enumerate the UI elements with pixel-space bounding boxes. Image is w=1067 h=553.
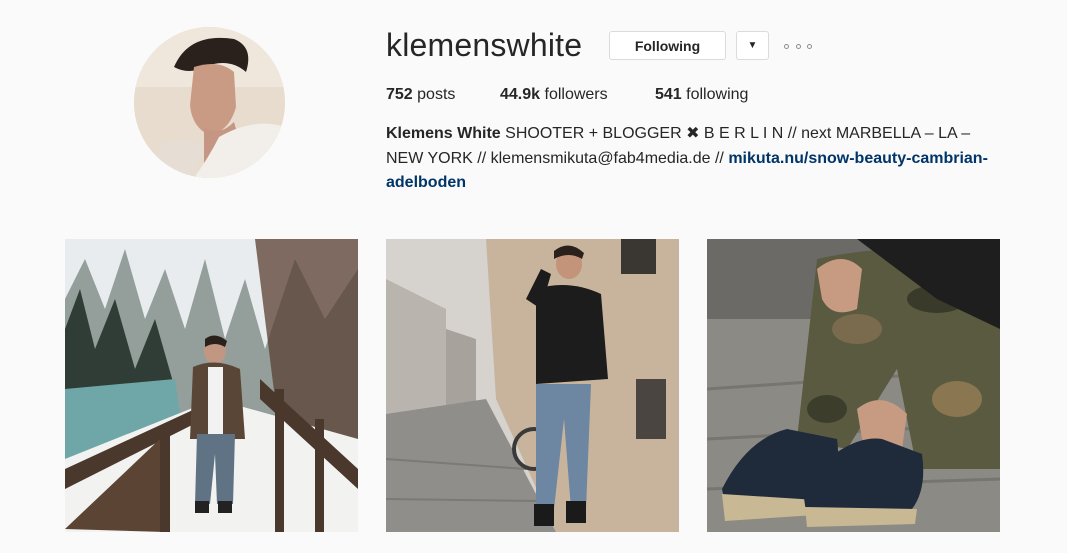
more-options-button[interactable] [784,38,812,54]
profile-full-name: Klemens White [386,125,501,142]
bio-link[interactable]: mikuta.nu/snow-beauty-cambrian- [728,150,988,167]
followers-count: 44.9k [500,86,541,103]
bio-line-2: NEW YORK // klemensmikuta@fab4media.de /… [386,147,1006,172]
posts-count: 752 [386,86,413,103]
more-dot-icon [784,43,789,49]
bio-line-1: Klemens White SHOOTER + BLOGGER ✖ B E R … [386,122,1006,147]
post-thumbnail[interactable] [386,239,679,532]
following-button[interactable]: Following [609,31,726,60]
profile-bio: Klemens White SHOOTER + BLOGGER ✖ B E R … [386,122,1006,196]
posts-label: posts [417,86,456,103]
followers-stat[interactable]: 44.9k followers [500,85,608,105]
more-dot-icon [795,43,801,49]
profile-avatar[interactable] [134,27,285,178]
posts-stat: 752 posts [386,85,455,105]
following-stat[interactable]: 541 following [655,85,748,105]
bio-link-continued[interactable]: adelboden [386,174,466,191]
following-count: 541 [655,86,682,103]
bio-line-3: adelboden [386,171,1006,196]
post-thumbnail[interactable] [707,239,1000,532]
post-thumbnail[interactable] [65,239,358,532]
chevron-down-icon: ▼ [747,40,758,51]
following-label: following [686,86,749,103]
bio-text-2: NEW YORK // klemensmikuta@fab4media.de /… [386,149,724,167]
follow-dropdown-button[interactable]: ▼ [736,31,769,60]
bio-text-1: SHOOTER + BLOGGER ✖ B E R L I N // next … [505,125,971,142]
more-dot-icon [807,43,812,49]
profile-username: klemenswhite [386,27,583,63]
followers-label: followers [544,86,608,103]
